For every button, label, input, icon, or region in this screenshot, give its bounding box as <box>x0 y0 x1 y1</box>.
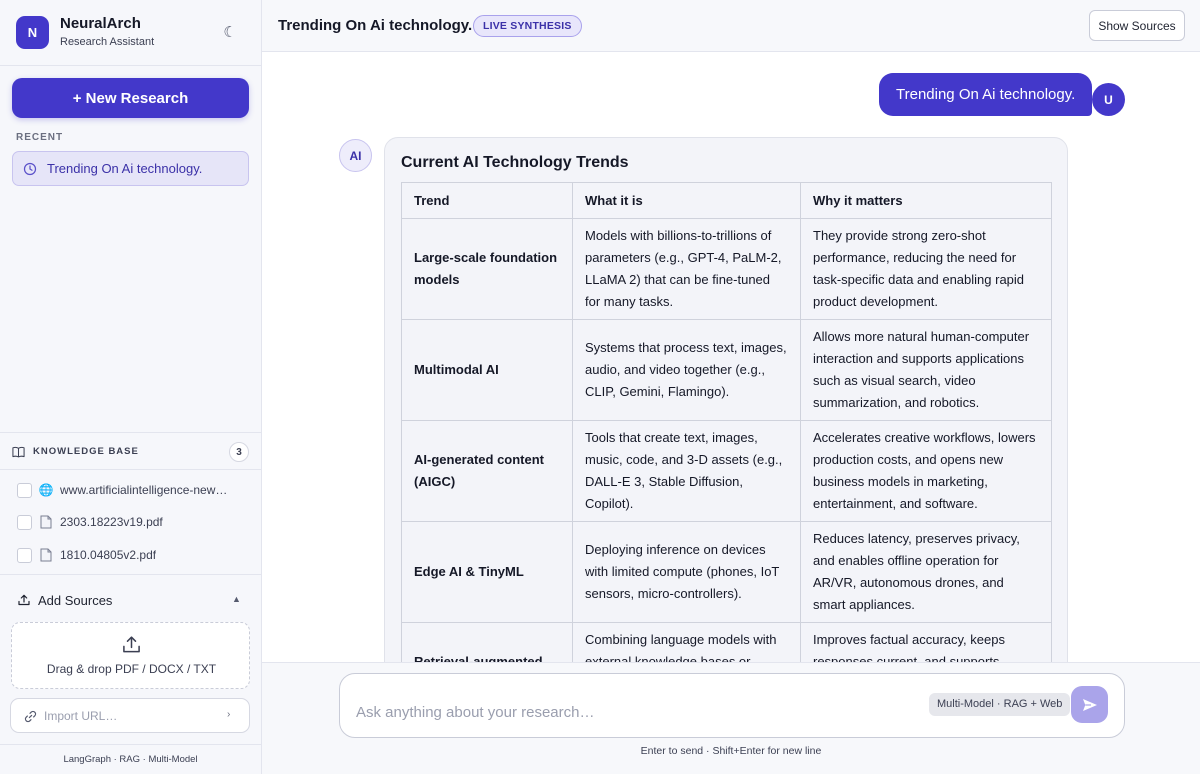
column-header: Why it matters <box>800 182 1052 219</box>
user-message-bubble: Trending On Ai technology. <box>879 73 1093 116</box>
model-mode-pill[interactable]: Multi-Model · RAG + Web <box>929 693 1071 716</box>
chevron-right-icon[interactable]: › <box>227 709 230 720</box>
show-sources-button[interactable]: Show Sources <box>1089 10 1185 41</box>
brand-subtitle: Research Assistant <box>60 36 155 48</box>
add-sources-label: Add Sources <box>38 593 113 608</box>
brand-logo: N <box>16 16 49 49</box>
column-header: What it is <box>572 182 801 219</box>
table-row: Retrieval-augmented Combining language m… <box>401 622 1052 662</box>
column-header: Trend <box>401 182 573 219</box>
trend-description-cell: Systems that process text, images, audio… <box>572 319 801 421</box>
recent-item-label: Trending On Ai technology. <box>47 161 203 176</box>
upload-icon <box>123 636 140 653</box>
book-icon <box>12 446 25 458</box>
trend-name-cell: Multimodal AI <box>401 319 573 421</box>
sidebar: N NeuralArch Research Assistant ☾ + New … <box>0 0 262 774</box>
knowledge-base-count-badge: 3 <box>229 442 249 462</box>
source-checkbox[interactable] <box>17 514 32 530</box>
upload-icon <box>18 594 30 606</box>
trend-description-cell: Tools that create text, images, music, c… <box>572 420 801 522</box>
chevron-up-icon[interactable]: ▲ <box>232 594 241 604</box>
recent-section-label: RECENT <box>16 132 64 143</box>
sidebar-footer: LangGraph · RAG · Multi-Model <box>0 744 261 774</box>
source-name: 1810.04805v2.pdf <box>60 548 157 562</box>
knowledge-base-title: KNOWLEDGE BASE <box>33 446 139 457</box>
ai-response-card: Current AI Technology Trends Trend What … <box>384 137 1068 662</box>
source-name: 2303.18223v19.pdf <box>60 515 163 529</box>
send-button[interactable] <box>1071 686 1108 723</box>
table-row: Edge AI & TinyML Deploying inference on … <box>401 521 1052 623</box>
document-icon <box>38 547 54 563</box>
trend-impact-cell: Improves factual accuracy, keeps respons… <box>800 622 1052 662</box>
source-checkbox[interactable] <box>17 482 32 498</box>
composer-hint: Enter to send · Shift+Enter for new line <box>640 745 822 757</box>
trend-name-cell: Large-scale foundation models <box>401 218 573 320</box>
live-synthesis-badge: LIVE SYNTHESIS <box>473 15 582 37</box>
trend-impact-cell: Reduces latency, preserves privacy, and … <box>800 521 1052 623</box>
ai-avatar: AI <box>339 139 372 172</box>
trend-name-cell: Retrieval-augmented <box>401 622 573 662</box>
brand-header: N NeuralArch Research Assistant ☾ <box>0 0 261 66</box>
moon-icon[interactable]: ☾ <box>218 20 242 44</box>
add-sources-toggle[interactable]: Add Sources ▲ <box>0 574 261 622</box>
trend-impact-cell: They provide strong zero-shot performanc… <box>800 218 1052 320</box>
trend-impact-cell: Allows more natural human-computer inter… <box>800 319 1052 421</box>
import-url-input[interactable] <box>44 707 224 725</box>
chat-thread[interactable]: Trending On Ai technology. U AI Current … <box>262 53 1200 662</box>
source-checkbox[interactable] <box>17 547 32 563</box>
message-composer[interactable]: Multi-Model · RAG + Web <box>339 673 1125 738</box>
send-icon <box>1082 698 1097 711</box>
trend-name-cell: Edge AI & TinyML <box>401 521 573 623</box>
trend-description-cell: Models with billions-to-trillions of par… <box>572 218 801 320</box>
clock-icon <box>23 162 37 175</box>
knowledge-base-item[interactable]: 🌐 www.artificialintelligence-news.… <box>17 481 247 499</box>
brand-name: NeuralArch <box>60 15 141 32</box>
globe-icon: 🌐 <box>38 483 54 497</box>
file-dropzone[interactable]: Drag & drop PDF / DOCX / TXT <box>11 622 250 689</box>
trend-name-cell: AI-generated content (AIGC) <box>401 420 573 522</box>
table-header-row: Trend What it is Why it matters <box>401 182 1052 219</box>
message-input[interactable] <box>356 704 916 728</box>
new-research-button[interactable]: + New Research <box>12 78 249 118</box>
trend-impact-cell: Accelerates creative workflows, lowers p… <box>800 420 1052 522</box>
knowledge-base-item[interactable]: 1810.04805v2.pdf <box>17 546 247 564</box>
table-row: Large-scale foundation models Models wit… <box>401 218 1052 320</box>
document-icon <box>38 514 54 530</box>
conversation-title: Trending On Ai technology. <box>278 17 473 34</box>
source-name: www.artificialintelligence-news.… <box>60 483 228 497</box>
knowledge-base-header: KNOWLEDGE BASE 3 <box>0 432 261 470</box>
link-icon <box>24 710 37 723</box>
dropzone-text: Drag & drop PDF / DOCX / TXT <box>46 662 217 676</box>
knowledge-base-item[interactable]: 2303.18223v19.pdf <box>17 513 247 531</box>
composer-area: Multi-Model · RAG + Web Enter to send · … <box>262 662 1200 774</box>
table-row: Multimodal AI Systems that process text,… <box>401 319 1052 421</box>
table-row: AI-generated content (AIGC) Tools that c… <box>401 420 1052 522</box>
recent-item[interactable]: Trending On Ai technology. <box>12 151 249 186</box>
top-bar: Trending On Ai technology. LIVE SYNTHESI… <box>262 0 1200 52</box>
trend-description-cell: Deploying inference on devices with limi… <box>572 521 801 623</box>
import-url-field[interactable]: › <box>10 698 250 733</box>
trend-description-cell: Combining language models with external … <box>572 622 801 662</box>
response-title: Current AI Technology Trends <box>401 154 629 171</box>
trends-table: Trend What it is Why it matters Large-sc… <box>401 182 1052 662</box>
user-avatar: U <box>1092 83 1125 116</box>
